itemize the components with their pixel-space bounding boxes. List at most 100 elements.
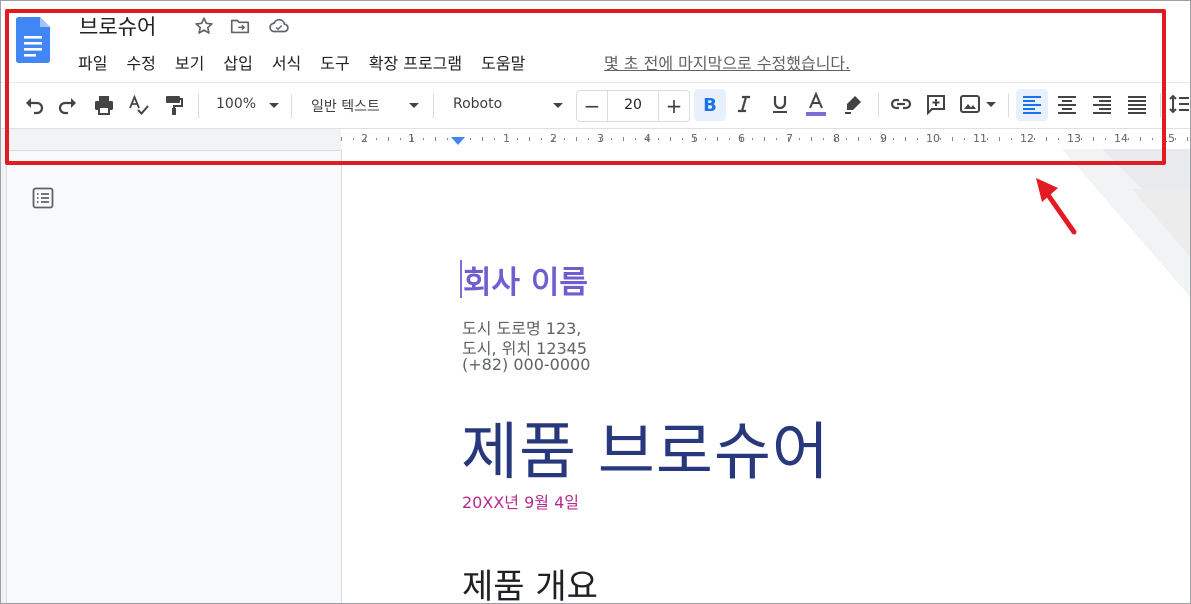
menu-edit[interactable]: 수정 (126, 50, 155, 74)
align-center-icon[interactable] (1055, 92, 1079, 116)
menu-format[interactable]: 서식 (272, 50, 301, 74)
ruler-tick (846, 138, 847, 140)
ruler-tick (658, 138, 659, 140)
ruler-tick (729, 138, 730, 140)
ruler-tick (905, 137, 906, 141)
font-size-input[interactable]: 20 (608, 97, 658, 113)
ruler-tick (435, 137, 436, 141)
star-icon[interactable] (193, 15, 215, 37)
docs-logo-icon[interactable] (16, 17, 50, 63)
menu-view[interactable]: 보기 (175, 50, 204, 74)
paragraph-style-select[interactable]: 일반 텍스트 (311, 96, 380, 116)
ruler-tick (835, 137, 836, 141)
increase-font-size-button[interactable]: + (658, 91, 689, 121)
add-comment-icon[interactable] (924, 92, 948, 116)
redo-icon[interactable] (56, 93, 80, 117)
ruler-tick (976, 137, 977, 141)
bold-button[interactable]: B (694, 89, 726, 121)
ruler-tick (870, 138, 871, 140)
ruler-tick (482, 137, 483, 141)
document-title[interactable]: 브로슈어 (79, 11, 156, 41)
ruler-tick (506, 137, 507, 141)
section-heading[interactable]: 제품 개요 (462, 559, 598, 604)
ruler-tick (1058, 138, 1059, 140)
toolbar-separator (433, 94, 434, 118)
ruler-tick (917, 138, 918, 140)
last-edit-link[interactable]: 몇 초 전에 마지막으로 수정했습니다. (604, 50, 850, 74)
phone-line[interactable]: (+82) 000-0000 (462, 355, 590, 374)
text-cursor (460, 260, 462, 298)
ruler-tick (670, 137, 671, 141)
ruler-tick (929, 137, 930, 141)
underline-icon[interactable] (768, 92, 792, 116)
print-icon[interactable] (92, 93, 116, 117)
ruler-tick (882, 137, 883, 141)
ruler-tick (400, 138, 401, 140)
justify-icon[interactable] (1125, 92, 1149, 116)
main-title[interactable]: 제품 브로슈어 (461, 401, 830, 491)
ruler-tick (682, 138, 683, 140)
menu-extensions[interactable]: 확장 프로그램 (369, 50, 462, 74)
link-icon[interactable] (889, 92, 913, 116)
ruler-tick (811, 137, 812, 141)
ruler-tick (647, 137, 648, 141)
text-color-icon[interactable] (804, 91, 828, 116)
ruler-tick (353, 138, 354, 140)
ruler-tick (376, 138, 377, 140)
italic-icon[interactable] (732, 92, 756, 116)
image-caret-icon[interactable] (986, 102, 996, 107)
document-outline-icon[interactable] (31, 186, 55, 210)
ruler-tick (776, 138, 777, 140)
ruler-tick (623, 137, 624, 141)
menu-tools[interactable]: 도구 (320, 50, 349, 74)
ruler-tick (964, 138, 965, 140)
ruler-tick (588, 138, 589, 140)
zoom-caret-icon[interactable] (269, 103, 279, 108)
ruler-tick (1093, 137, 1094, 141)
ruler-tick (1117, 137, 1118, 141)
line-spacing-icon[interactable] (1168, 92, 1191, 116)
ruler-tick (694, 137, 695, 141)
date-line[interactable]: 20XX년 9월 4일 (462, 489, 579, 513)
ruler-tick (940, 138, 941, 140)
annotation-arrow-icon (1036, 178, 1077, 235)
ruler-tick (635, 138, 636, 140)
ruler-tick (365, 137, 366, 141)
menu-insert[interactable]: 삽입 (223, 50, 252, 74)
ruler-tick (611, 138, 612, 140)
spellcheck-icon[interactable] (127, 93, 151, 117)
toolbar-separator (198, 94, 199, 118)
decrease-font-size-button[interactable]: − (577, 91, 608, 121)
horizontal-ruler[interactable]: 21123456789101112131415 (0, 128, 1191, 151)
vertical-ruler[interactable] (0, 149, 7, 604)
move-to-folder-icon[interactable] (229, 15, 251, 37)
font-select[interactable]: Roboto (453, 96, 502, 112)
menu-bar: 파일 수정 보기 삽입 서식 도구 확장 프로그램 도움말 (78, 50, 544, 74)
ruler-tick (823, 138, 824, 140)
ruler-tick (1152, 138, 1153, 140)
paint-format-icon[interactable] (161, 93, 185, 117)
align-right-icon[interactable] (1090, 92, 1114, 116)
font-caret-icon[interactable] (553, 103, 563, 108)
zoom-select[interactable]: 100% (216, 96, 256, 112)
company-name[interactable]: 회사 이름 (463, 257, 588, 302)
style-caret-icon[interactable] (409, 103, 419, 108)
toolbar-separator (1160, 93, 1161, 117)
undo-icon[interactable] (22, 93, 46, 117)
indent-marker[interactable] (451, 137, 465, 145)
menu-help[interactable]: 도움말 (481, 50, 525, 74)
highlight-icon[interactable] (841, 92, 865, 116)
ruler-tick (1164, 137, 1165, 141)
cloud-saved-icon[interactable] (268, 15, 290, 37)
font-size-stepper: − 20 + (576, 90, 690, 122)
ruler-tick (600, 137, 601, 141)
toolbar-separator (878, 93, 879, 117)
ruler-tick (1175, 138, 1176, 140)
ruler-tick (1023, 137, 1024, 141)
menu-file[interactable]: 파일 (78, 50, 107, 74)
ruler-tick (1011, 138, 1012, 140)
insert-image-icon[interactable] (958, 92, 982, 116)
align-left-icon[interactable] (1020, 92, 1044, 116)
ruler-tick (1070, 137, 1071, 141)
ruler-tick (576, 137, 577, 141)
